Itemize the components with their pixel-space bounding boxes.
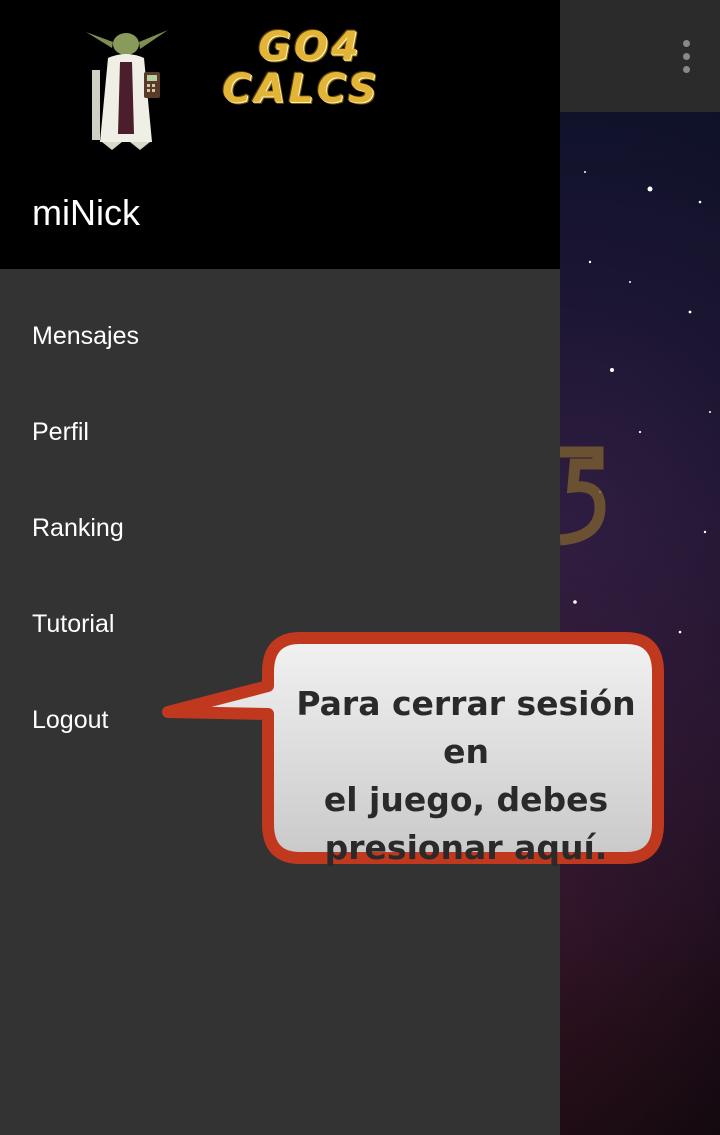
screen: GO4 CALCS miNick Mensajes Perfil Ranking… <box>0 0 720 1135</box>
logo-line-2: CALCS <box>222 66 380 112</box>
menu-item-logout[interactable]: Logout <box>0 672 560 768</box>
drawer-header: GO4 CALCS miNick <box>0 0 560 269</box>
navigation-drawer: GO4 CALCS miNick Mensajes Perfil Ranking… <box>0 0 560 1135</box>
menu-item-tutorial[interactable]: Tutorial <box>0 576 560 672</box>
user-nickname: miNick <box>32 192 140 233</box>
menu-item-perfil[interactable]: Perfil <box>0 384 560 480</box>
drawer-menu: Mensajes Perfil Ranking Tutorial Logout <box>0 288 560 768</box>
menu-item-mensajes[interactable]: Mensajes <box>0 288 560 384</box>
app-logo: GO4 CALCS <box>222 26 412 116</box>
more-vert-icon[interactable] <box>678 40 694 74</box>
menu-item-ranking[interactable]: Ranking <box>0 480 560 576</box>
logo-line-1: GO4 <box>258 24 362 70</box>
yoda-mascot <box>86 30 168 150</box>
